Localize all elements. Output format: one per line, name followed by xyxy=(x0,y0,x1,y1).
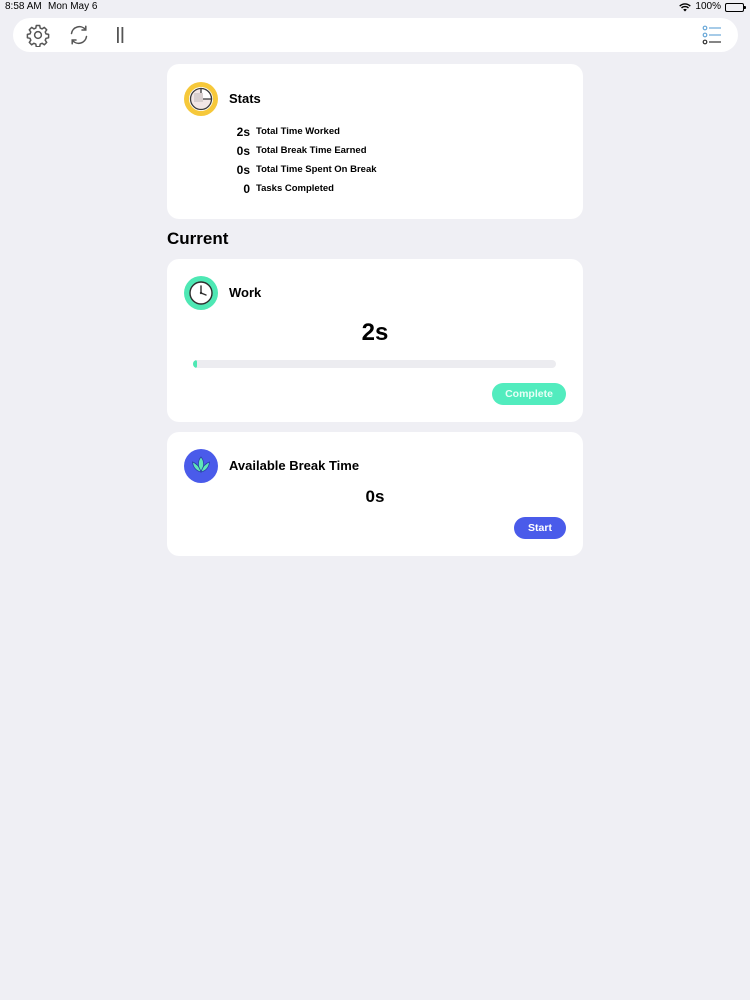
stats-row: 0s Total Time Spent On Break xyxy=(167,162,583,178)
break-card: Available Break Time 0s Start xyxy=(167,432,583,556)
work-card: Work 2s Complete xyxy=(167,259,583,422)
stats-row: 0s Total Break Time Earned xyxy=(167,143,583,159)
toolbar xyxy=(13,18,738,52)
start-button[interactable]: Start xyxy=(514,517,566,539)
work-progress-bar xyxy=(193,360,556,368)
stats-label: Total Break Time Earned xyxy=(256,145,367,156)
list-icon[interactable] xyxy=(700,23,724,47)
status-date: Mon May 6 xyxy=(48,1,98,12)
stats-label: Tasks Completed xyxy=(256,183,334,194)
break-time: 0s xyxy=(365,487,385,506)
stats-row: 2s Total Time Worked xyxy=(167,124,583,140)
stats-title: Stats xyxy=(229,91,261,106)
stats-value: 0s xyxy=(236,163,250,177)
refresh-icon[interactable] xyxy=(67,23,91,47)
lotus-icon xyxy=(184,449,218,483)
battery-percent: 100% xyxy=(695,1,721,12)
pie-chart-icon xyxy=(184,82,218,116)
status-right: 100% xyxy=(679,0,746,14)
clock-icon xyxy=(184,276,218,310)
current-heading: Current xyxy=(167,229,229,248)
break-title: Available Break Time xyxy=(229,458,360,473)
stats-row: 0 Tasks Completed xyxy=(167,181,583,197)
gear-icon[interactable] xyxy=(26,23,50,47)
stats-label: Total Time Worked xyxy=(256,126,340,137)
wifi-icon xyxy=(679,2,692,12)
battery-icon xyxy=(725,2,746,12)
status-bar: 8:58 AM Mon May 6 100% xyxy=(0,0,750,14)
work-time: 2s xyxy=(361,319,389,346)
stats-label: Total Time Spent On Break xyxy=(256,164,377,175)
stats-card: Stats 2s Total Time Worked 0s Total Brea… xyxy=(167,64,583,219)
work-title: Work xyxy=(229,285,262,300)
complete-button[interactable]: Complete xyxy=(492,383,566,405)
pause-icon[interactable] xyxy=(108,23,132,47)
stats-value: 0s xyxy=(236,144,250,158)
work-progress-fill xyxy=(193,360,197,368)
status-time: 8:58 AM xyxy=(5,1,42,12)
stats-value: 0 xyxy=(243,182,250,196)
stats-value: 2s xyxy=(236,125,250,139)
